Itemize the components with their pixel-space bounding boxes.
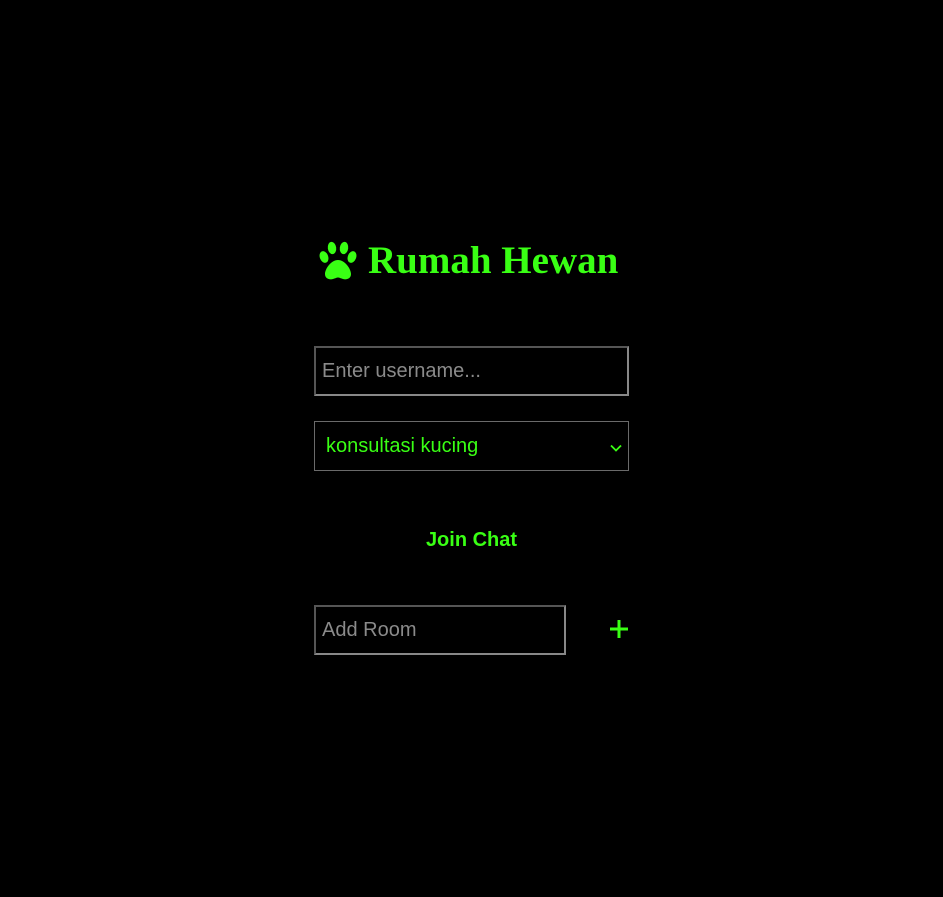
join-chat-button[interactable]: Join Chat [314, 520, 629, 560]
app-title: Rumah Hewan [316, 238, 636, 284]
paw-icon [316, 241, 360, 281]
room-select[interactable]: konsultasi kucing [314, 421, 629, 471]
room-select-value: konsultasi kucing [326, 434, 479, 457]
username-input[interactable] [314, 346, 629, 396]
plus-icon [604, 610, 634, 648]
chevron-down-icon [609, 438, 623, 452]
app-title-text: Rumah Hewan [368, 239, 619, 282]
add-room-button[interactable] [604, 610, 634, 648]
add-room-input[interactable] [314, 605, 566, 655]
